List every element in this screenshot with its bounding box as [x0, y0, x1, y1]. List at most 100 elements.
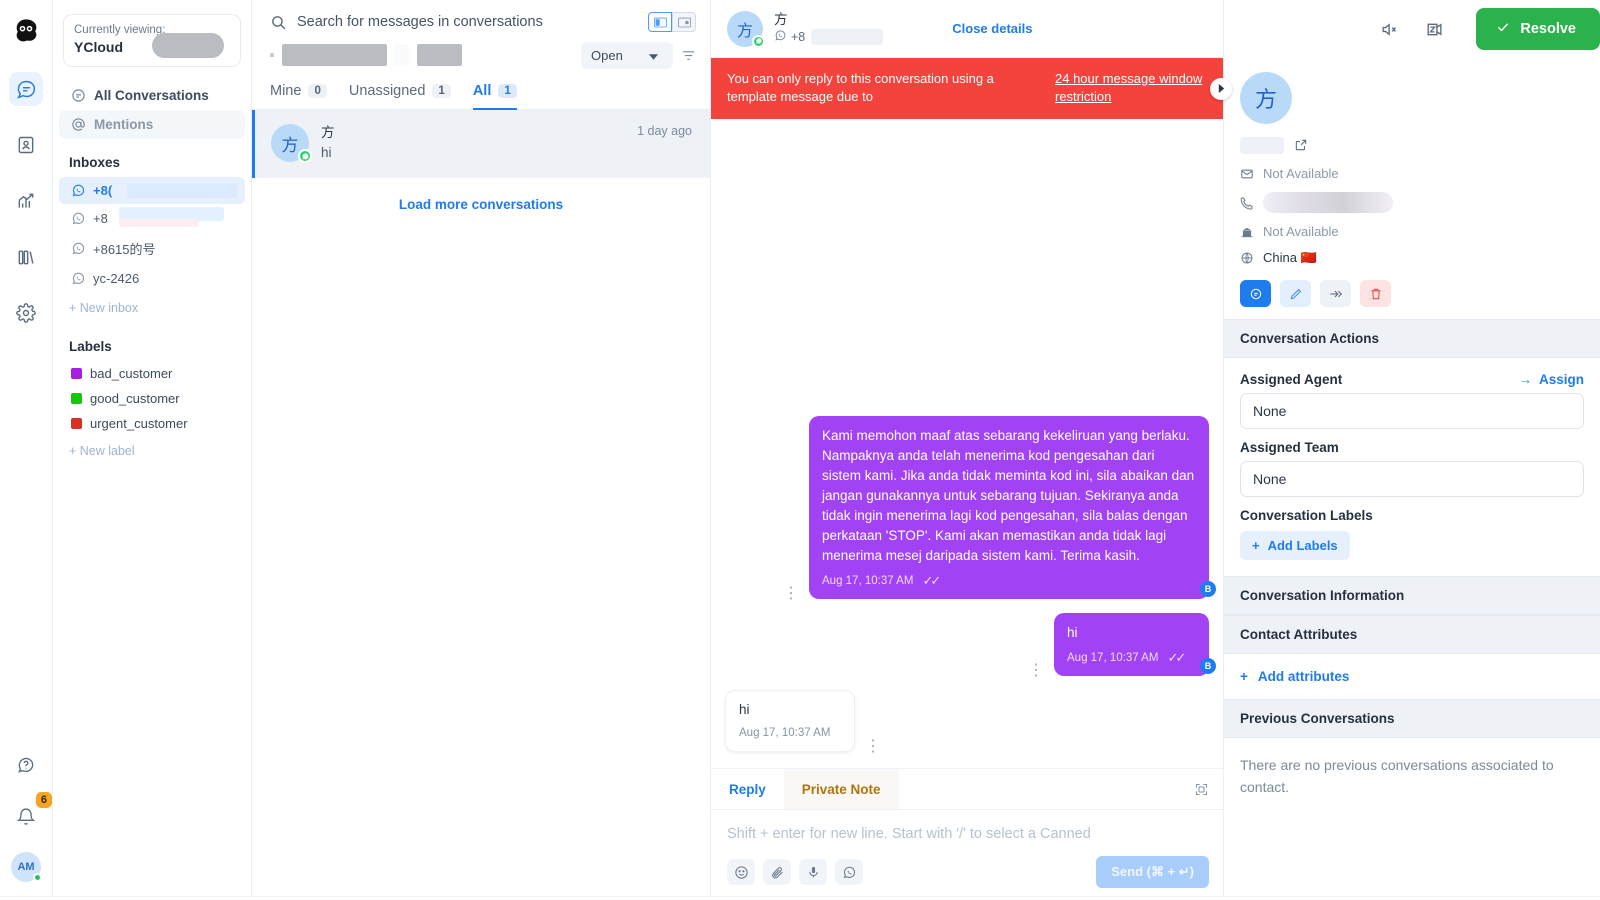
expand-icon[interactable] [1194, 782, 1209, 797]
sidebar-inbox-label: +8( [93, 183, 113, 198]
conversation-contact-phone: +8 [774, 29, 884, 45]
account-switcher[interactable]: Currently viewing: YCloud [63, 14, 241, 67]
section-contact-attributes[interactable]: Contact Attributes [1224, 615, 1600, 654]
reply-input[interactable]: Shift + enter for new line. Start with '… [711, 810, 1223, 852]
sidebar-label-good-customer[interactable]: good_customer [53, 386, 251, 411]
assigned-agent-select[interactable]: None [1240, 393, 1584, 429]
rail-item-reports[interactable] [9, 184, 43, 218]
merge-icon[interactable] [1320, 280, 1351, 307]
redaction-overlay [1240, 136, 1284, 154]
message-meta: Aug 17, 10:37 AM [739, 724, 841, 743]
edit-icon[interactable] [1280, 280, 1311, 307]
sidebar-item-all-conversations[interactable]: All Conversations [59, 81, 245, 110]
section-previous-conversations[interactable]: Previous Conversations [1224, 699, 1600, 738]
delete-icon[interactable] [1360, 280, 1391, 307]
new-inbox-button[interactable]: + New inbox [53, 293, 251, 323]
message-timestamp: Aug 17, 10:37 AM [739, 727, 831, 739]
list-item-timestamp: 1 day ago [637, 124, 692, 138]
sidebar-inbox-1[interactable]: +8 [59, 205, 245, 232]
tab-unassigned[interactable]: Unassigned 1 [349, 83, 451, 110]
contact-details-panel: 方 Not Available Not Available China 🇨🇳 C… [1224, 0, 1600, 900]
sidebar-inbox-label: +8615的号 [93, 242, 156, 257]
redaction-overlay [270, 53, 274, 57]
mail-icon [1240, 167, 1254, 181]
external-link-icon[interactable] [1294, 138, 1308, 152]
tab-count: 1 [498, 84, 517, 98]
whatsapp-channel-icon [752, 34, 765, 48]
view-mode-expanded-button[interactable] [648, 12, 672, 32]
rail-item-settings[interactable] [9, 296, 43, 330]
sidebar-inbox-3[interactable]: yc-2426 [59, 265, 245, 292]
message-bubble: hi Aug 17, 10:37 AM [725, 690, 855, 752]
banner-link[interactable]: 24 hour message window restriction [1055, 70, 1205, 106]
whatsapp-icon [71, 241, 86, 256]
rail-item-contacts[interactable] [9, 128, 43, 162]
send-button[interactable]: Send (⌘ + ↵) [1096, 856, 1209, 888]
resolve-button[interactable]: Resolve [1476, 8, 1600, 50]
search-input[interactable] [297, 14, 638, 30]
conversation-actions-body: Assigned Agent → Assign None Assigned Te… [1224, 358, 1600, 576]
rail-item-help[interactable] [9, 748, 43, 782]
message-options-icon[interactable]: ⋮ [781, 586, 801, 602]
message-text: hi [739, 702, 750, 717]
sidebar-inbox-0[interactable]: +8( [59, 177, 245, 204]
tab-mine[interactable]: Mine 0 [270, 83, 327, 110]
attachment-icon[interactable] [763, 859, 791, 885]
tab-reply[interactable]: Reply [711, 769, 784, 809]
section-conversation-information[interactable]: Conversation Information [1224, 576, 1600, 615]
reply-tabs: Reply Private Note [711, 769, 1223, 810]
status-filter-select[interactable]: Open [581, 41, 673, 69]
microphone-icon[interactable] [799, 859, 827, 885]
rail-item-conversations[interactable] [9, 72, 43, 106]
whatsapp-icon [71, 271, 86, 286]
app-logo-icon [11, 16, 41, 46]
message-options-icon[interactable]: ⋮ [1026, 663, 1046, 679]
add-attributes-button[interactable]: + Add attributes [1224, 654, 1600, 699]
view-mode-condensed-button[interactable] [672, 12, 696, 32]
tab-count: 1 [432, 84, 451, 98]
speaker-mute-icon[interactable] [1380, 20, 1399, 39]
filter-icon[interactable] [681, 48, 696, 63]
message-options-icon[interactable]: ⋮ [863, 739, 883, 755]
online-status-dot [33, 873, 42, 882]
emoji-icon[interactable] [727, 859, 755, 885]
banner-next-icon[interactable] [1210, 77, 1232, 100]
tab-all[interactable]: All 1 [472, 83, 517, 110]
rail-item-notifications[interactable]: 6 [9, 792, 52, 834]
snooze-icon[interactable] [1425, 20, 1444, 39]
plus-icon: + [1240, 669, 1248, 684]
sidebar-label-text: good_customer [90, 391, 180, 406]
message-bubble: hi Aug 17, 10:37 AM ✓✓ [1054, 613, 1209, 676]
assign-agent-button[interactable]: → Assign [1518, 372, 1584, 387]
conversation-contact-meta: 方 +8 [774, 12, 884, 45]
sidebar-label-urgent-customer[interactable]: urgent_customer [53, 411, 251, 436]
sidebar-item-mentions[interactable]: Mentions [59, 110, 245, 139]
add-labels-button[interactable]: + Add Labels [1240, 531, 1350, 560]
reply-action-bar: Send (⌘ + ↵) [711, 852, 1223, 900]
new-label-button[interactable]: + New label [53, 436, 251, 466]
viewport-bottom-edge [0, 896, 1600, 900]
list-item[interactable]: 方 方 hi 1 day ago [252, 110, 710, 178]
add-labels-label: Add Labels [1267, 538, 1338, 553]
load-more-conversations-button[interactable]: Load more conversations [252, 178, 710, 231]
company-icon [1240, 225, 1254, 239]
avatar: 方 [727, 10, 765, 48]
section-conversation-actions[interactable]: Conversation Actions [1224, 319, 1600, 358]
redaction-overlay [152, 33, 224, 58]
status-filter-value: Open [591, 47, 623, 63]
message-icon[interactable] [1240, 280, 1271, 307]
redaction-overlay [1263, 192, 1393, 213]
sidebar-label-bad-customer[interactable]: bad_customer [53, 361, 251, 386]
avatar: 方 [1240, 72, 1292, 124]
whatsapp-template-icon[interactable] [835, 859, 863, 885]
contact-phone-value: +8 [791, 30, 806, 44]
sidebar-inbox-2[interactable]: +8615的号 [59, 233, 245, 264]
close-details-button[interactable]: Close details [952, 21, 1032, 36]
message-meta: Aug 17, 10:37 AM ✓✓ [822, 571, 1196, 591]
double-check-icon: ✓✓ [1167, 650, 1186, 665]
avatar[interactable]: AM [11, 852, 42, 882]
rail-item-campaigns[interactable] [9, 240, 43, 274]
tab-private-note[interactable]: Private Note [783, 769, 899, 809]
assigned-team-select[interactable]: None [1240, 461, 1584, 497]
arrow-right-icon: → [1518, 372, 1532, 387]
